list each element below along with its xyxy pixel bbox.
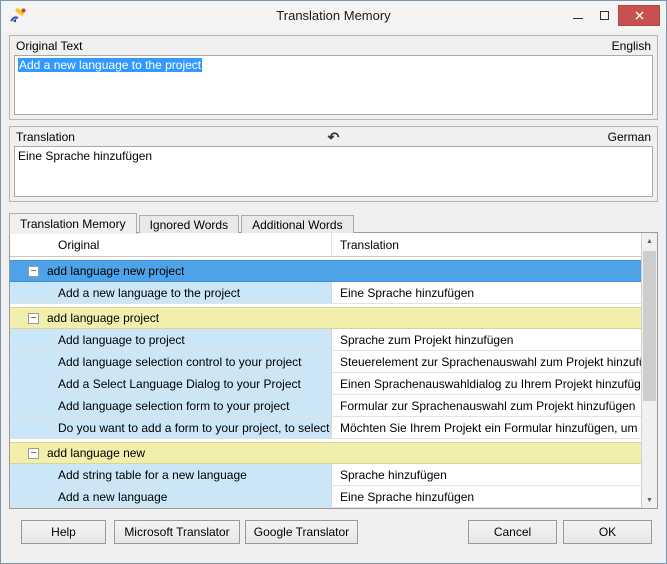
translation-text: Eine Sprache hinzufügen: [18, 149, 152, 163]
maximize-button[interactable]: [591, 5, 618, 26]
table-row[interactable]: Add language selection form to your proj…: [10, 395, 641, 417]
tab-ignored-words[interactable]: Ignored Words: [139, 215, 240, 233]
close-button[interactable]: [618, 5, 660, 26]
translation-cell[interactable]: Formular zur Sprachenauswahl zum Projekt…: [332, 395, 641, 416]
group-row[interactable]: −add language new: [10, 442, 641, 464]
original-text-area[interactable]: Add a new language to the project: [14, 55, 653, 115]
group-row[interactable]: −add language project: [10, 307, 641, 329]
collapse-icon[interactable]: −: [28, 448, 39, 459]
tab-strip: Translation Memory Ignored Words Additio…: [9, 212, 356, 233]
translation-group: Translation ↶ German Eine Sprache hinzuf…: [9, 126, 658, 202]
group-label: add language new: [47, 446, 145, 460]
collapse-icon[interactable]: −: [28, 266, 39, 277]
grid-header: Original Translation: [10, 233, 641, 257]
group-label: add language project: [47, 311, 159, 325]
table-row[interactable]: Add language to projectSprache zum Proje…: [10, 329, 641, 351]
scroll-down-icon[interactable]: ▼: [642, 492, 657, 508]
translation-cell[interactable]: Einen Sprachenauswahldialog zu Ihrem Pro…: [332, 373, 641, 394]
collapse-icon[interactable]: −: [28, 313, 39, 324]
cancel-button[interactable]: Cancel: [468, 520, 557, 544]
minimize-button[interactable]: [564, 5, 591, 26]
selected-original-text: Add a new language to the project: [18, 58, 202, 72]
original-cell[interactable]: Add string table for a new language: [10, 464, 332, 485]
original-cell[interactable]: Add a new language: [10, 486, 332, 507]
translation-cell[interactable]: Möchten Sie Ihrem Projekt ein Formular h…: [332, 417, 641, 438]
translation-memory-dialog: Translation Memory Original Text English…: [0, 0, 667, 564]
table-row[interactable]: Add a Select Language Dialog to your Pro…: [10, 373, 641, 395]
close-icon: [635, 11, 644, 20]
original-text-label: Original Text: [16, 39, 82, 53]
original-cell[interactable]: Add language selection form to your proj…: [10, 395, 332, 416]
original-cell[interactable]: Add language to project: [10, 329, 332, 350]
column-header-translation[interactable]: Translation: [332, 233, 641, 256]
microsoft-translator-button[interactable]: Microsoft Translator: [114, 520, 240, 544]
group-row[interactable]: −add language new project: [10, 260, 641, 282]
maximize-icon: [600, 11, 609, 20]
title-bar[interactable]: Translation Memory: [1, 1, 666, 31]
table-row[interactable]: Add language selection control to your p…: [10, 351, 641, 373]
ok-button[interactable]: OK: [563, 520, 652, 544]
scrollbar-thumb[interactable]: [643, 251, 656, 401]
table-row[interactable]: Do you want to add a form to your projec…: [10, 417, 641, 439]
table-row[interactable]: Add a new languageEine Sprache hinzufüge…: [10, 486, 641, 508]
translation-cell[interactable]: Eine Sprache hinzufügen: [332, 282, 641, 303]
original-cell[interactable]: Add a Select Language Dialog to your Pro…: [10, 373, 332, 394]
vertical-scrollbar[interactable]: ▲ ▼: [641, 233, 657, 508]
google-translator-button[interactable]: Google Translator: [245, 520, 358, 544]
original-language-label: English: [612, 39, 651, 53]
translation-cell[interactable]: Eine Sprache hinzufügen: [332, 486, 641, 507]
tab-additional-words[interactable]: Additional Words: [241, 215, 354, 233]
table-row[interactable]: Add string table for a new languageSprac…: [10, 464, 641, 486]
original-cell[interactable]: Add language selection control to your p…: [10, 351, 332, 372]
translation-cell[interactable]: Steuerelement zur Sprachenauswahl zum Pr…: [332, 351, 641, 372]
help-button[interactable]: Help: [21, 520, 106, 544]
grid-body: −add language new projectAdd a new langu…: [10, 257, 641, 508]
tab-translation-memory[interactable]: Translation Memory: [9, 213, 137, 234]
scroll-up-icon[interactable]: ▲: [642, 233, 657, 249]
original-cell[interactable]: Add a new language to the project: [10, 282, 332, 303]
translation-cell[interactable]: Sprache zum Projekt hinzufügen: [332, 329, 641, 350]
undo-icon[interactable]: ↶: [328, 130, 340, 144]
group-label: add language new project: [47, 264, 184, 278]
original-cell[interactable]: Do you want to add a form to your projec…: [10, 417, 332, 438]
original-text-group: Original Text English Add a new language…: [9, 35, 658, 120]
translation-label: Translation: [16, 130, 75, 144]
translation-language-label: German: [608, 130, 651, 144]
table-row[interactable]: Add a new language to the projectEine Sp…: [10, 282, 641, 304]
translation-text-area[interactable]: Eine Sprache hinzufügen: [14, 146, 653, 197]
minimize-icon: [573, 18, 583, 19]
translation-cell[interactable]: Sprache hinzufügen: [332, 464, 641, 485]
column-header-original[interactable]: Original: [10, 233, 332, 256]
translation-memory-grid: Original Translation −add language new p…: [9, 232, 658, 509]
